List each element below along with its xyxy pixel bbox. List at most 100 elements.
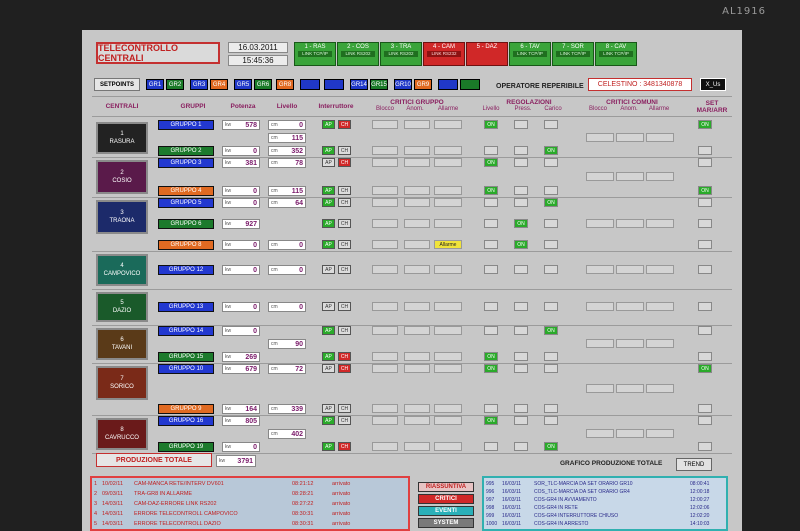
regolazione-toggle[interactable] xyxy=(544,404,558,413)
switch-open-ap[interactable]: AP xyxy=(322,302,335,311)
log-row[interactable]: 1000 16/03/11 COS-GR4 IN ARRESTO 14:10:03 xyxy=(486,520,724,527)
switch-close-ch[interactable]: CH xyxy=(338,326,351,335)
setpoint-button-2[interactable]: GR2 xyxy=(166,79,184,90)
regolazione-toggle[interactable] xyxy=(484,219,498,228)
group-button[interactable]: GRUPPO 19 xyxy=(158,442,214,452)
plant-box-traona[interactable]: 3 TRAONA xyxy=(96,200,148,234)
regolazione-toggle[interactable] xyxy=(514,416,528,425)
setpoint-button-15[interactable] xyxy=(460,79,480,90)
plant-box-campovico[interactable]: 4 CAMPOVICO xyxy=(96,254,148,286)
regolazione-toggle[interactable] xyxy=(514,186,528,195)
switch-close-ch[interactable]: CH xyxy=(338,265,351,274)
switch-open-ap[interactable]: AP xyxy=(322,442,335,451)
alarm-row[interactable]: 3 14/03/11 CAM-DAZ-ERRORE LINK RS202 08:27:… xyxy=(94,500,406,508)
regolazione-toggle[interactable] xyxy=(514,404,528,413)
regolazione-toggle[interactable] xyxy=(544,352,558,361)
user-button[interactable]: X_Us xyxy=(700,78,726,91)
mode-button-eventi[interactable]: EVENTI xyxy=(418,506,474,516)
set-mar-arr-toggle[interactable] xyxy=(698,158,712,167)
regolazione-toggle[interactable] xyxy=(544,416,558,425)
regolazione-toggle[interactable]: ON xyxy=(484,120,498,129)
regolazione-toggle[interactable] xyxy=(544,364,558,373)
regolazione-toggle[interactable] xyxy=(544,158,558,167)
regolazione-toggle[interactable] xyxy=(544,120,558,129)
trend-button[interactable]: TREND xyxy=(676,458,712,471)
set-mar-arr-toggle[interactable] xyxy=(698,326,712,335)
set-mar-arr-toggle[interactable] xyxy=(698,198,712,207)
switch-close-ch[interactable]: CH xyxy=(338,198,351,207)
switch-close-ch[interactable]: CH xyxy=(338,404,351,413)
regolazione-toggle[interactable] xyxy=(544,240,558,249)
switch-close-ch[interactable]: CH xyxy=(338,158,351,167)
plant-tab-3[interactable]: 3 - TRA LINK RS202 xyxy=(380,42,422,66)
group-button[interactable]: GRUPPO 4 xyxy=(158,186,214,196)
regolazione-toggle[interactable] xyxy=(544,186,558,195)
alarm-row[interactable]: 4 14/03/11 ERRORE TELECONTROLL CAMPOVICO 08… xyxy=(94,510,406,518)
plant-tab-2[interactable]: 2 - COS LINK RS202 xyxy=(337,42,379,66)
set-mar-arr-toggle[interactable]: ON xyxy=(698,186,712,195)
switch-close-ch[interactable]: CH xyxy=(338,416,351,425)
switch-close-ch[interactable]: CH xyxy=(338,352,351,361)
regolazione-toggle[interactable]: ON xyxy=(484,352,498,361)
switch-close-ch[interactable]: CH xyxy=(338,146,351,155)
plant-box-tavani[interactable]: 6 TAVANI xyxy=(96,328,148,360)
regolazione-toggle[interactable] xyxy=(484,265,498,274)
plant-tab-1[interactable]: 1 - RAS LINK TCP/IP xyxy=(294,42,336,66)
regolazione-toggle[interactable] xyxy=(514,442,528,451)
regolazione-toggle[interactable] xyxy=(514,265,528,274)
log-row[interactable]: 997 16/03/11 COS-GR4 IN AVVIAMENTO 12:00:27 xyxy=(486,496,724,503)
set-mar-arr-toggle[interactable] xyxy=(698,240,712,249)
switch-close-ch[interactable]: CH xyxy=(338,120,351,129)
regolazione-toggle[interactable] xyxy=(484,302,498,311)
regolazione-toggle[interactable] xyxy=(484,442,498,451)
switch-close-ch[interactable]: CH xyxy=(338,240,351,249)
switch-open-ap[interactable]: AP xyxy=(322,240,335,249)
set-mar-arr-toggle[interactable] xyxy=(698,146,712,155)
switch-open-ap[interactable]: AP xyxy=(322,416,335,425)
set-mar-arr-toggle[interactable] xyxy=(698,404,712,413)
setpoint-button-6[interactable]: GR6 xyxy=(254,79,272,90)
group-button[interactable]: GRUPPO 1 xyxy=(158,120,214,130)
regolazione-toggle[interactable] xyxy=(514,352,528,361)
setpoint-button-1[interactable]: GR1 xyxy=(146,79,164,90)
set-mar-arr-toggle[interactable] xyxy=(698,442,712,451)
group-button[interactable]: GRUPPO 6 xyxy=(158,219,214,229)
switch-close-ch[interactable]: CH xyxy=(338,302,351,311)
log-row[interactable]: 999 16/03/11 COS-GR4 INTERRUTTORE CHIUSO 12… xyxy=(486,512,724,519)
plant-box-sorico[interactable]: 7 SORICO xyxy=(96,366,148,400)
set-mar-arr-toggle[interactable] xyxy=(698,302,712,311)
switch-open-ap[interactable]: AP xyxy=(322,404,335,413)
regolazione-toggle[interactable] xyxy=(514,146,528,155)
alarm-row[interactable]: 2 09/03/11 TRA-GR8 IN ALLARME 08:28:21 arriv… xyxy=(94,490,406,498)
switch-open-ap[interactable]: AP xyxy=(322,120,335,129)
group-button[interactable]: GRUPPO 14 xyxy=(158,326,214,336)
setpoint-button-13[interactable]: GR9 xyxy=(414,79,432,90)
mode-button-system[interactable]: SYSTEM xyxy=(418,518,474,528)
regolazione-toggle[interactable]: ON xyxy=(484,364,498,373)
setpoint-button-7[interactable]: GR8 xyxy=(276,79,294,90)
regolazione-toggle[interactable] xyxy=(514,158,528,167)
regolazione-toggle[interactable] xyxy=(484,240,498,249)
setpoint-button-10[interactable]: GR14 xyxy=(350,79,368,90)
regolazione-toggle[interactable] xyxy=(514,364,528,373)
plant-box-dazio[interactable]: 5 DAZIO xyxy=(96,292,148,322)
switch-close-ch[interactable]: CH xyxy=(338,186,351,195)
set-mar-arr-toggle[interactable] xyxy=(698,352,712,361)
switch-open-ap[interactable]: AP xyxy=(322,219,335,228)
alarm-row[interactable]: 5 14/03/11 ERRORE TELECONTROLL DAZIO 08:30:… xyxy=(94,520,406,528)
regolazione-toggle[interactable] xyxy=(484,326,498,335)
setpoint-button-11[interactable]: GR15 xyxy=(370,79,388,90)
regolazione-toggle[interactable] xyxy=(544,219,558,228)
setpoint-button-8[interactable] xyxy=(300,79,320,90)
set-mar-arr-toggle[interactable]: ON xyxy=(698,364,712,373)
setpoint-button-3[interactable]: GR3 xyxy=(190,79,208,90)
regolazione-toggle[interactable]: ON xyxy=(484,186,498,195)
plant-box-cosio[interactable]: 2 COSIO xyxy=(96,160,148,194)
regolazione-toggle[interactable] xyxy=(514,326,528,335)
regolazione-toggle[interactable] xyxy=(484,198,498,207)
mode-button-critici[interactable]: CRITICI xyxy=(418,494,474,504)
switch-close-ch[interactable]: CH xyxy=(338,364,351,373)
plant-tab-7[interactable]: 7 - SOR LINK TCP/IP xyxy=(552,42,594,66)
regolazione-toggle[interactable] xyxy=(514,198,528,207)
group-button[interactable]: GRUPPO 15 xyxy=(158,352,214,362)
